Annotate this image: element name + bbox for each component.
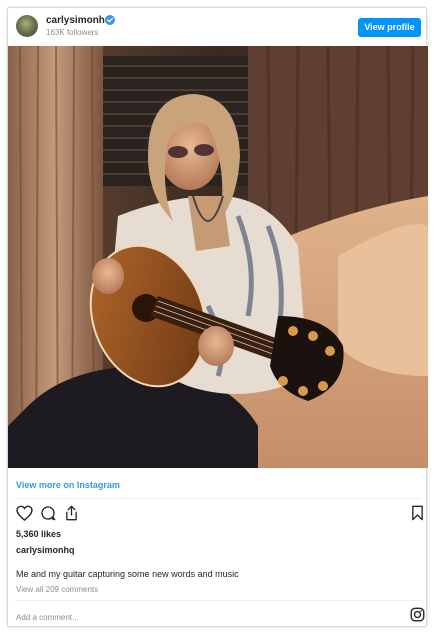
instagram-embed-card: carlysimonhq 163K followers View profile: [7, 7, 428, 627]
share-icon[interactable]: [64, 505, 79, 521]
username[interactable]: carlysimonhq: [46, 15, 111, 26]
instagram-logo-icon[interactable]: [410, 607, 425, 622]
divider: [15, 498, 421, 499]
view-all-comments-link[interactable]: View all 209 comments: [16, 585, 98, 594]
heart-icon[interactable]: [16, 505, 33, 521]
verified-badge-icon: [105, 15, 115, 25]
bookmark-icon[interactable]: [411, 505, 424, 521]
like-count[interactable]: 5,360 likes: [16, 529, 61, 539]
add-comment-input[interactable]: Add a comment...: [16, 613, 79, 622]
post-image[interactable]: [8, 46, 428, 468]
caption-author[interactable]: carlysimonhq: [16, 545, 75, 555]
caption-text: Me and my guitar capturing some new word…: [16, 569, 239, 579]
post-header: carlysimonhq 163K followers View profile: [8, 8, 428, 46]
view-profile-button[interactable]: View profile: [358, 18, 421, 37]
divider: [15, 600, 421, 601]
view-more-on-instagram-link[interactable]: View more on Instagram: [16, 480, 120, 490]
comment-icon[interactable]: [40, 505, 56, 521]
follower-count: 163K followers: [46, 28, 99, 37]
avatar[interactable]: [16, 15, 38, 37]
